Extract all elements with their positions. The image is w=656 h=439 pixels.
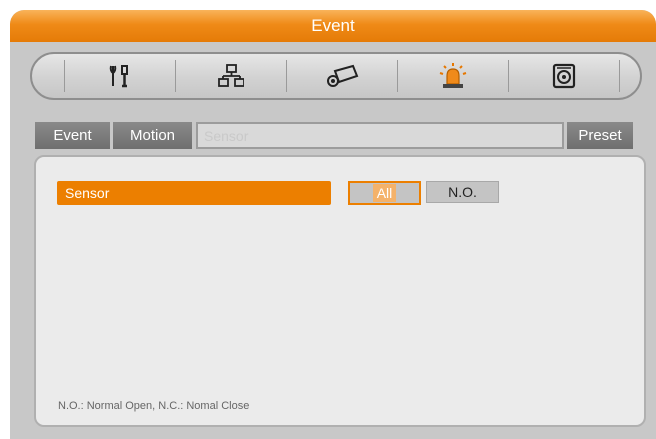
network-tab[interactable] bbox=[176, 58, 286, 94]
sensor-row-label: Sensor bbox=[57, 181, 331, 205]
tab-sensor[interactable]: Sensor bbox=[196, 122, 564, 149]
network-icon bbox=[218, 64, 244, 87]
camera-icon bbox=[327, 64, 359, 87]
tab-motion[interactable]: Motion bbox=[113, 122, 192, 149]
toolbar-divider bbox=[619, 60, 620, 92]
tab-preset[interactable]: Preset bbox=[567, 122, 633, 149]
alarm-icon bbox=[439, 63, 467, 88]
setup-tab[interactable] bbox=[65, 58, 175, 94]
camera-tab[interactable] bbox=[287, 58, 397, 94]
event-tab[interactable] bbox=[398, 58, 508, 94]
tools-icon bbox=[109, 65, 128, 88]
disk-icon bbox=[552, 63, 576, 89]
sensor-panel: Sensor All N.O. N.O.: Normal Open, N.C.:… bbox=[34, 155, 646, 427]
sensor-no-button[interactable]: N.O. bbox=[426, 181, 499, 203]
window-title: Event bbox=[10, 10, 656, 42]
sensor-all-label: All bbox=[372, 184, 397, 202]
legend-footnote: N.O.: Normal Open, N.C.: Nomal Close bbox=[58, 400, 250, 412]
storage-tab[interactable] bbox=[509, 58, 619, 94]
tab-event[interactable]: Event bbox=[35, 122, 110, 149]
main-toolbar bbox=[30, 52, 642, 100]
app-window: Event Event Motion Sensor Preset Sensor … bbox=[10, 10, 656, 439]
sensor-all-button[interactable]: All bbox=[348, 181, 421, 205]
